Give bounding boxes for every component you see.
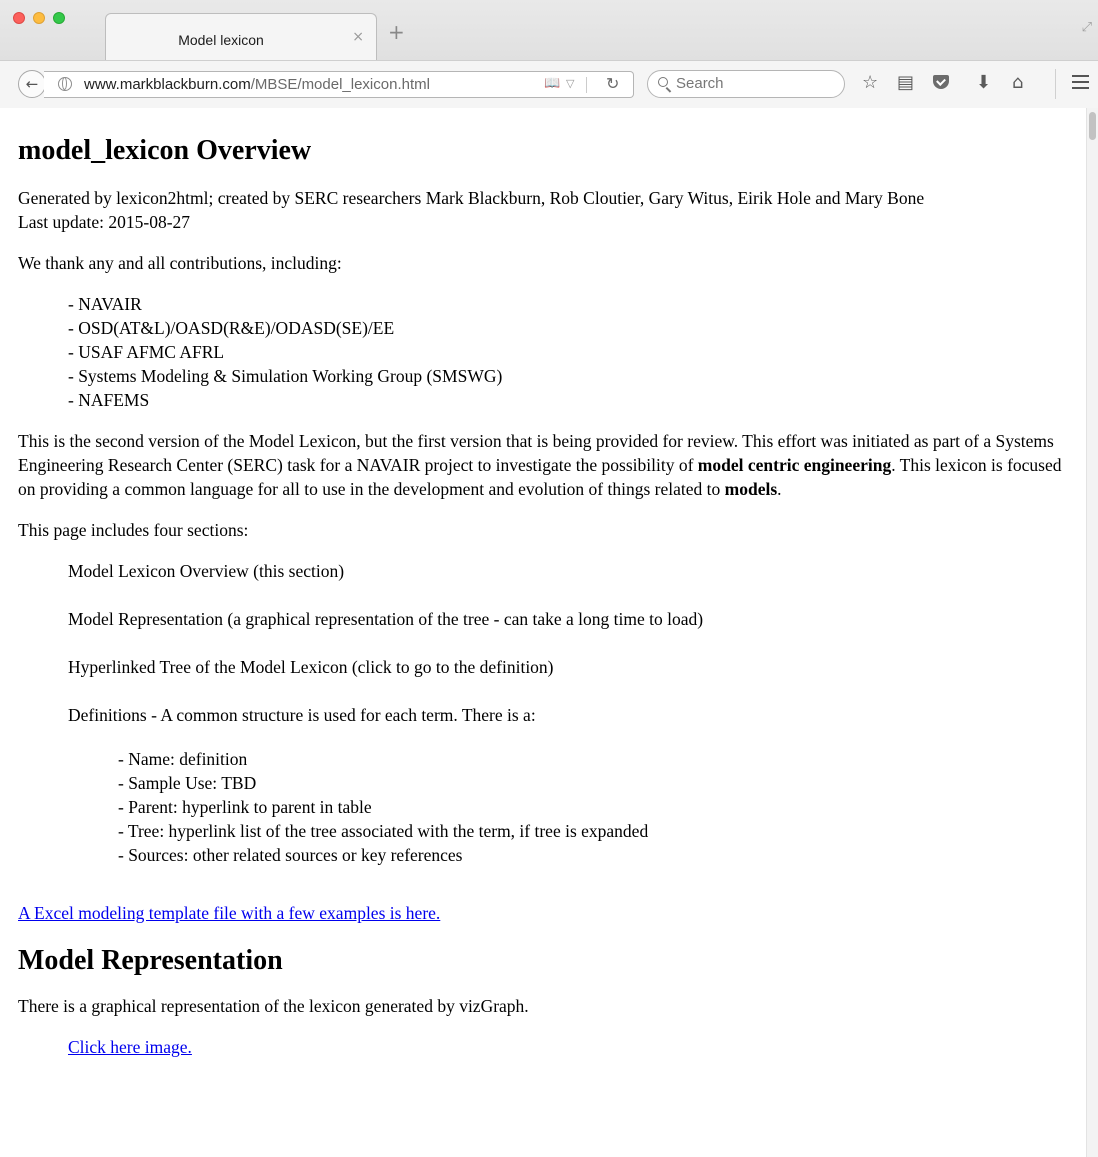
download-icon[interactable]: ⬇: [976, 73, 991, 93]
window-controls: [13, 12, 65, 24]
bookmarks-list-icon[interactable]: ▤: [897, 73, 914, 93]
page-content: model_lexicon Overview Generated by lexi…: [0, 108, 1086, 1059]
globe-icon: [58, 77, 72, 91]
url-path: /MBSE/model_lexicon.html: [250, 76, 430, 93]
url-text[interactable]: www.markblackburn.com/MBSE/model_lexicon…: [84, 76, 430, 93]
address-bar[interactable]: www.markblackburn.com/MBSE/model_lexicon…: [44, 71, 634, 98]
section-item: Model Representation (a graphical repres…: [68, 609, 704, 629]
intro-bold-1: model centric engineering: [697, 455, 892, 475]
bookmark-star-icon[interactable]: ☆: [862, 73, 878, 93]
definition-structure-list: - Name: definition - Sample Use: TBD - P…: [118, 747, 1078, 867]
section-item: Hyperlinked Tree of the Model Lexicon (c…: [68, 657, 554, 677]
credits-paragraph: Generated by lexicon2html; created by SE…: [18, 186, 1078, 234]
list-item: - Systems Modeling & Simulation Working …: [68, 366, 503, 386]
list-item: - NAVAIR: [68, 294, 142, 314]
url-domain: www.markblackburn.com: [84, 76, 251, 93]
contributors-list: - NAVAIR - OSD(AT&L)/OASD(R&E)/ODASD(SE)…: [68, 292, 1078, 412]
browser-chrome: Model lexicon × + ⤢ ← www.markblackburn.…: [0, 0, 1098, 108]
home-icon[interactable]: ⌂: [1012, 73, 1023, 93]
pocket-icon[interactable]: [933, 75, 949, 89]
navigation-bar: ← www.markblackburn.com/MBSE/model_lexic…: [0, 60, 1098, 108]
section-item: Model Lexicon Overview (this section): [68, 561, 345, 581]
list-item: - Name: definition: [118, 749, 248, 769]
page-viewport: model_lexicon Overview Generated by lexi…: [0, 108, 1086, 1157]
toolbar-separator: [1055, 69, 1056, 99]
url-separator: [586, 77, 587, 93]
list-item: - Sources: other related sources or key …: [118, 845, 463, 865]
list-item: - USAF AFMC AFRL: [68, 342, 225, 362]
reader-view-icon[interactable]: 📖: [544, 76, 560, 91]
minimize-window-icon[interactable]: [33, 12, 45, 24]
search-icon: [658, 77, 668, 87]
intro-bold-2: models: [724, 479, 778, 499]
section-heading-model-representation: Model Representation: [18, 945, 283, 976]
sections-intro: This page includes four sections:: [18, 520, 249, 540]
back-button[interactable]: ←: [18, 70, 46, 98]
credits-text: Generated by lexicon2html; created by SE…: [18, 188, 925, 208]
back-arrow-icon: ←: [25, 75, 39, 93]
tab-title: Model lexicon: [178, 32, 264, 48]
list-item: - Tree: hyperlink list of the tree assoc…: [118, 821, 649, 841]
list-item: - Parent: hyperlink to parent in table: [118, 797, 372, 817]
excel-template-link[interactable]: A Excel modeling template file with a fe…: [18, 903, 440, 923]
search-box[interactable]: [647, 70, 845, 98]
tab-model-lexicon[interactable]: Model lexicon ×: [105, 13, 377, 61]
section-item: Definitions - A common structure is used…: [68, 705, 536, 725]
scroll-thumb[interactable]: [1089, 112, 1096, 140]
intro-paragraph: This is the second version of the Model …: [18, 429, 1078, 501]
model-representation-text: There is a graphical representation of t…: [18, 996, 529, 1016]
image-link-container: Click here image.: [68, 1035, 1078, 1059]
page-title: model_lexicon Overview: [18, 135, 312, 166]
last-update: Last update: 2015-08-27: [18, 212, 191, 232]
fullscreen-icon[interactable]: ⤢: [1082, 20, 1092, 35]
list-item: - OSD(AT&L)/OASD(R&E)/ODASD(SE)/EE: [68, 318, 395, 338]
tab-close-icon[interactable]: ×: [352, 29, 364, 45]
title-bar: Model lexicon × + ⤢: [0, 0, 1098, 61]
maximize-window-icon[interactable]: [53, 12, 65, 24]
list-item: - Sample Use: TBD: [118, 773, 257, 793]
intro-text-3: .: [777, 479, 782, 499]
excel-link-paragraph: A Excel modeling template file with a fe…: [18, 901, 1078, 925]
history-dropdown-icon[interactable]: ▽: [566, 77, 574, 90]
menu-icon[interactable]: [1072, 75, 1089, 89]
reload-icon[interactable]: ↻: [606, 74, 619, 93]
thanks-text: We thank any and all contributions, incl…: [18, 253, 342, 273]
vertical-scrollbar[interactable]: [1086, 108, 1098, 1157]
close-window-icon[interactable]: [13, 12, 25, 24]
list-item: - NAFEMS: [68, 390, 150, 410]
search-input[interactable]: [676, 75, 826, 92]
new-tab-button[interactable]: +: [388, 22, 405, 42]
image-link[interactable]: Click here image.: [68, 1037, 192, 1057]
